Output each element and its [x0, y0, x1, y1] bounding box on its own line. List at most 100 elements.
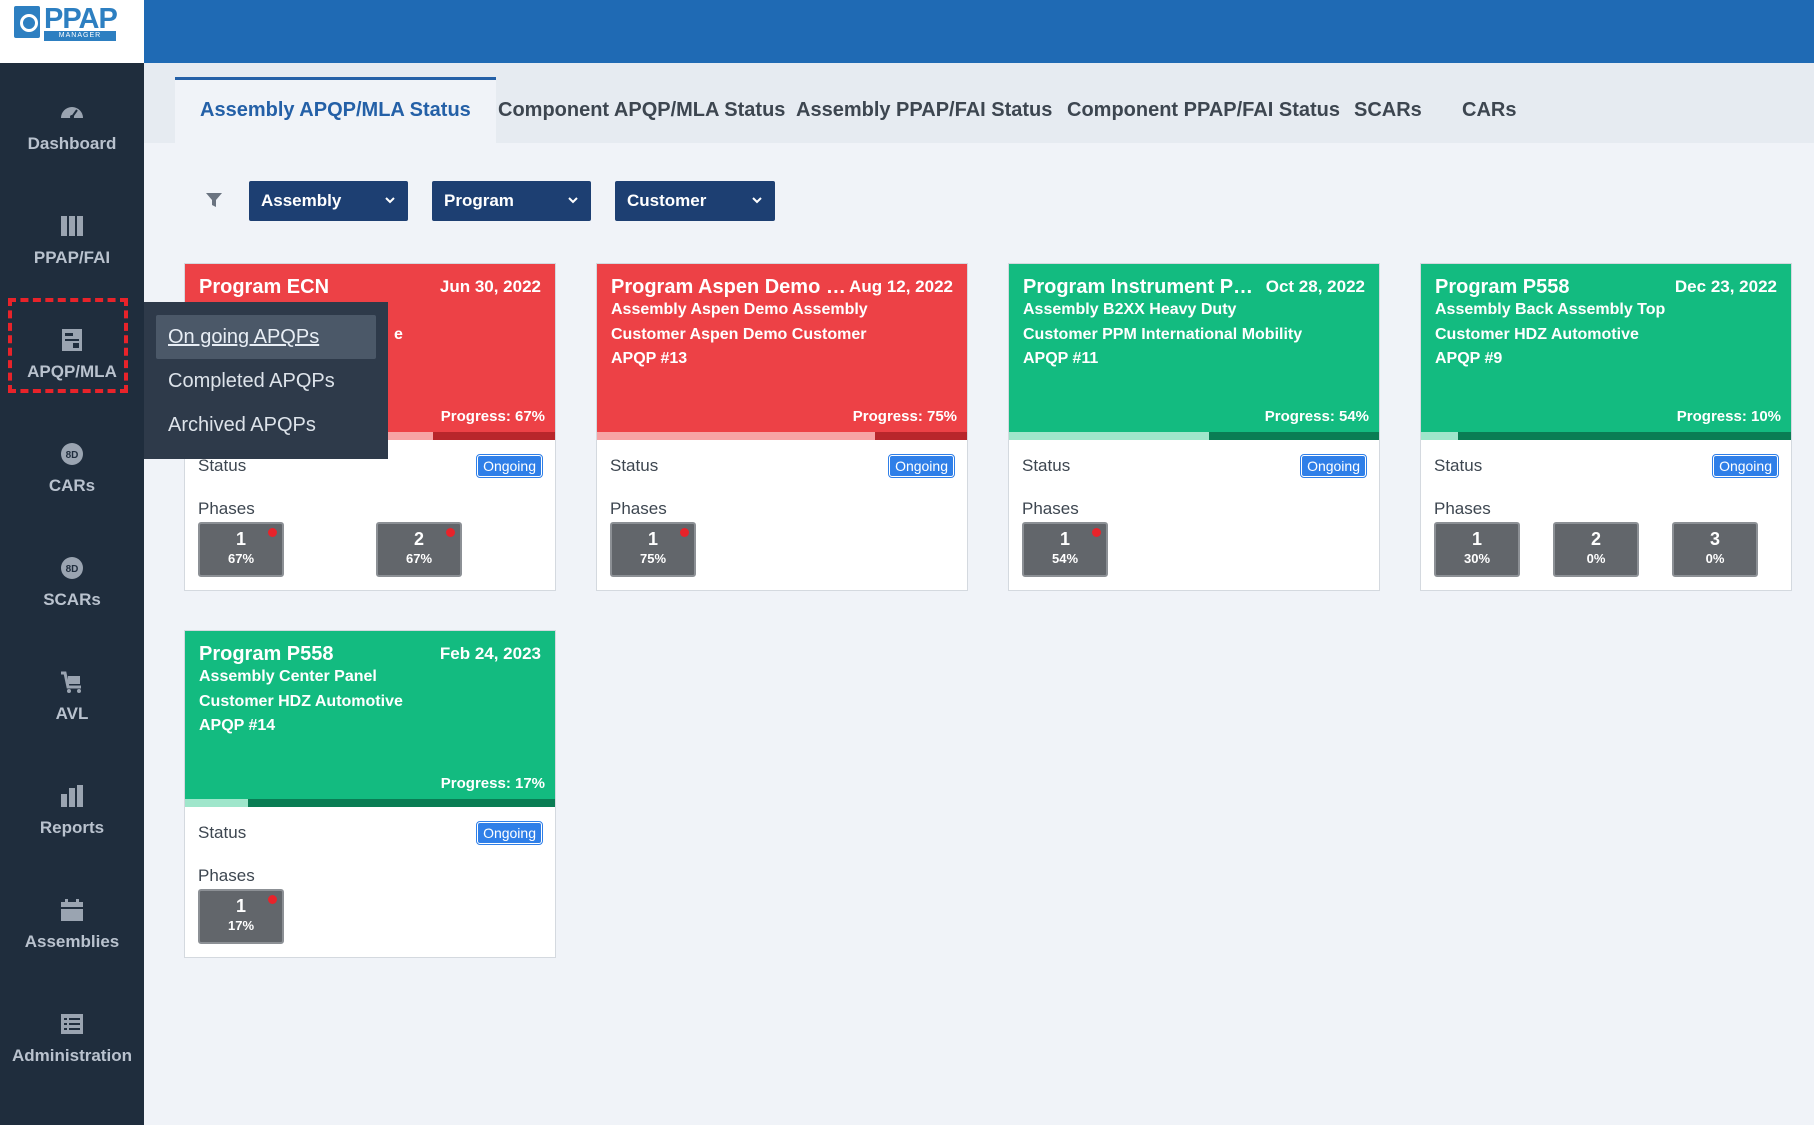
- menu-item-ongoing-apqps[interactable]: On going APQPs: [156, 315, 376, 359]
- card-apqp-number: APQP #13: [611, 350, 688, 367]
- sidebar-item-reports[interactable]: Reports: [0, 756, 144, 856]
- sidebar-item-dashboard[interactable]: Dashboard: [0, 72, 144, 172]
- 8d-icon: 8D: [61, 557, 83, 579]
- card-date: Jun 30, 2022: [439, 277, 541, 296]
- sidebar-item-label: Administration: [12, 1046, 132, 1065]
- phases-label: Phases: [198, 866, 255, 885]
- sidebar-item-label: Dashboard: [27, 134, 117, 153]
- card-assembly: Assembly Center Panel: [199, 668, 377, 685]
- customer-filter-dropdown[interactable]: Customer: [615, 181, 775, 221]
- logo-subtitle: MANAGER: [44, 31, 116, 41]
- card-header: Program P558 Feb 24, 2023 Assembly Cente…: [185, 631, 555, 807]
- tab-bar: Assembly APQP/MLA Status Component APQP/…: [144, 63, 1814, 143]
- apqp-card[interactable]: Program P558 Feb 24, 2023 Assembly Cente…: [184, 630, 556, 958]
- card-assembly-fragment: e: [394, 326, 403, 343]
- app-logo[interactable]: PPAP MANAGER: [0, 0, 144, 63]
- card-apqp-number: APQP #9: [1435, 350, 1503, 367]
- phase-percent: 0%: [1705, 551, 1725, 566]
- phase-number: 2: [1590, 529, 1601, 549]
- phases-label: Phases: [198, 499, 255, 518]
- phase-button[interactable]: 2 67%: [376, 522, 462, 577]
- card-customer: Customer Aspen Demo Customer: [611, 326, 867, 343]
- tab-component-apqp-mla-status[interactable]: Component APQP/MLA Status: [473, 77, 810, 143]
- sidebar-item-avl[interactable]: AVL: [0, 642, 144, 742]
- tab-component-ppap-fai-status[interactable]: Component PPAP/FAI Status: [1042, 77, 1365, 143]
- chevron-down-icon: [752, 197, 762, 204]
- phase-button[interactable]: 1 54%: [1022, 522, 1108, 577]
- phase-button[interactable]: 1 17%: [198, 889, 284, 944]
- sidebar-item-scars[interactable]: 8D SCARs: [0, 528, 144, 628]
- calendar-icon: [61, 899, 83, 921]
- progress-bar: [185, 799, 555, 807]
- status-label: Status: [610, 456, 659, 475]
- phase-button[interactable]: 1 30%: [1434, 522, 1520, 577]
- chevron-down-icon: [385, 197, 395, 204]
- menu-item-archived-apqps[interactable]: Archived APQPs: [156, 403, 376, 447]
- phases-label: Phases: [1434, 499, 1491, 518]
- sidebar-item-label: SCARs: [43, 590, 101, 609]
- phase-button[interactable]: 3 0%: [1672, 522, 1758, 577]
- tab-assembly-apqp-mla-status[interactable]: Assembly APQP/MLA Status: [175, 77, 496, 143]
- sidebar-item-label: CARs: [48, 476, 96, 495]
- program-filter-dropdown[interactable]: Program: [432, 181, 591, 221]
- phase-percent: 17%: [227, 918, 255, 933]
- tab-cars[interactable]: CARs: [1437, 77, 1541, 143]
- apqp-card[interactable]: Program Instrument Pan... Oct 28, 2022 A…: [1008, 263, 1380, 591]
- alert-dot-icon: [1092, 528, 1101, 537]
- status-label: Status: [198, 823, 247, 842]
- card-program-title: Program P558: [1435, 276, 1570, 298]
- card-date: Aug 12, 2022: [849, 277, 953, 296]
- card-progress-label: Progress: 75%: [852, 408, 957, 425]
- card-apqp-number: APQP #11: [1023, 350, 1099, 367]
- card-progress-label: Progress: 10%: [1676, 408, 1781, 425]
- sidebar: PPAP MANAGER Dashboard PPAP/FAI APQP/MLA…: [0, 0, 144, 1125]
- card-assembly: Assembly Aspen Demo Assembly: [611, 301, 868, 318]
- phase-percent: 54%: [1051, 551, 1079, 566]
- card-date: Dec 23, 2022: [1674, 277, 1777, 296]
- filter-icon[interactable]: [205, 192, 223, 208]
- phase-button[interactable]: 1 75%: [610, 522, 696, 577]
- logo-icon: [14, 6, 40, 38]
- sidebar-item-label: Reports: [39, 818, 105, 837]
- menu-item-completed-apqps[interactable]: Completed APQPs: [156, 359, 376, 403]
- phase-percent: 30%: [1463, 551, 1491, 566]
- tab-assembly-ppap-fai-status[interactable]: Assembly PPAP/FAI Status: [771, 77, 1077, 143]
- card-date: Oct 28, 2022: [1265, 277, 1365, 296]
- binders-icon: [61, 216, 83, 236]
- filter-label: Program: [444, 191, 514, 210]
- alert-dot-icon: [268, 895, 277, 904]
- phase-percent: 0%: [1586, 551, 1606, 566]
- sidebar-item-ppap-fai[interactable]: PPAP/FAI: [0, 186, 144, 286]
- sidebar-item-cars[interactable]: 8D CARs: [0, 414, 144, 514]
- progress-bar-fill: [1009, 432, 1209, 440]
- card-program-title: Program Aspen Demo Pr...: [611, 276, 847, 298]
- phase-number: 3: [1709, 529, 1720, 549]
- sidebar-item-administration[interactable]: Administration: [0, 984, 144, 1084]
- tab-scars[interactable]: SCARs: [1329, 77, 1447, 143]
- progress-bar-fill: [1421, 432, 1458, 440]
- status-badge: Ongoing: [888, 454, 955, 478]
- card-program-title: Program Instrument Pan...: [1023, 276, 1259, 298]
- status-badge: Ongoing: [476, 454, 543, 478]
- cart-icon: [61, 671, 81, 693]
- alert-dot-icon: [680, 528, 689, 537]
- phase-button[interactable]: 2 0%: [1553, 522, 1639, 577]
- apqp-submenu: On going APQPs Completed APQPs Archived …: [144, 302, 388, 459]
- card-program-title: Program ECN: [199, 276, 330, 298]
- phase-number: 1: [1471, 529, 1482, 549]
- status-label: Status: [1434, 456, 1483, 475]
- progress-bar-fill: [185, 799, 248, 807]
- card-customer: Customer PPM International Mobility: [1023, 326, 1303, 343]
- 8d-icon: 8D: [61, 443, 83, 465]
- apqp-card[interactable]: Program Aspen Demo Pr... Aug 12, 2022 As…: [596, 263, 968, 591]
- phase-button[interactable]: 1 67%: [198, 522, 284, 577]
- apqp-card[interactable]: Program P558 Dec 23, 2022 Assembly Back …: [1420, 263, 1792, 591]
- card-assembly: Assembly Back Assembly Top: [1435, 301, 1666, 318]
- status-badge: Ongoing: [1300, 454, 1367, 478]
- top-header-bar: [144, 0, 1814, 63]
- phase-percent: 67%: [405, 551, 433, 566]
- card-program-title: Program P558: [199, 643, 334, 665]
- phases-label: Phases: [1022, 499, 1079, 518]
- assembly-filter-dropdown[interactable]: Assembly: [249, 181, 408, 221]
- sidebar-item-assemblies[interactable]: Assemblies: [0, 870, 144, 970]
